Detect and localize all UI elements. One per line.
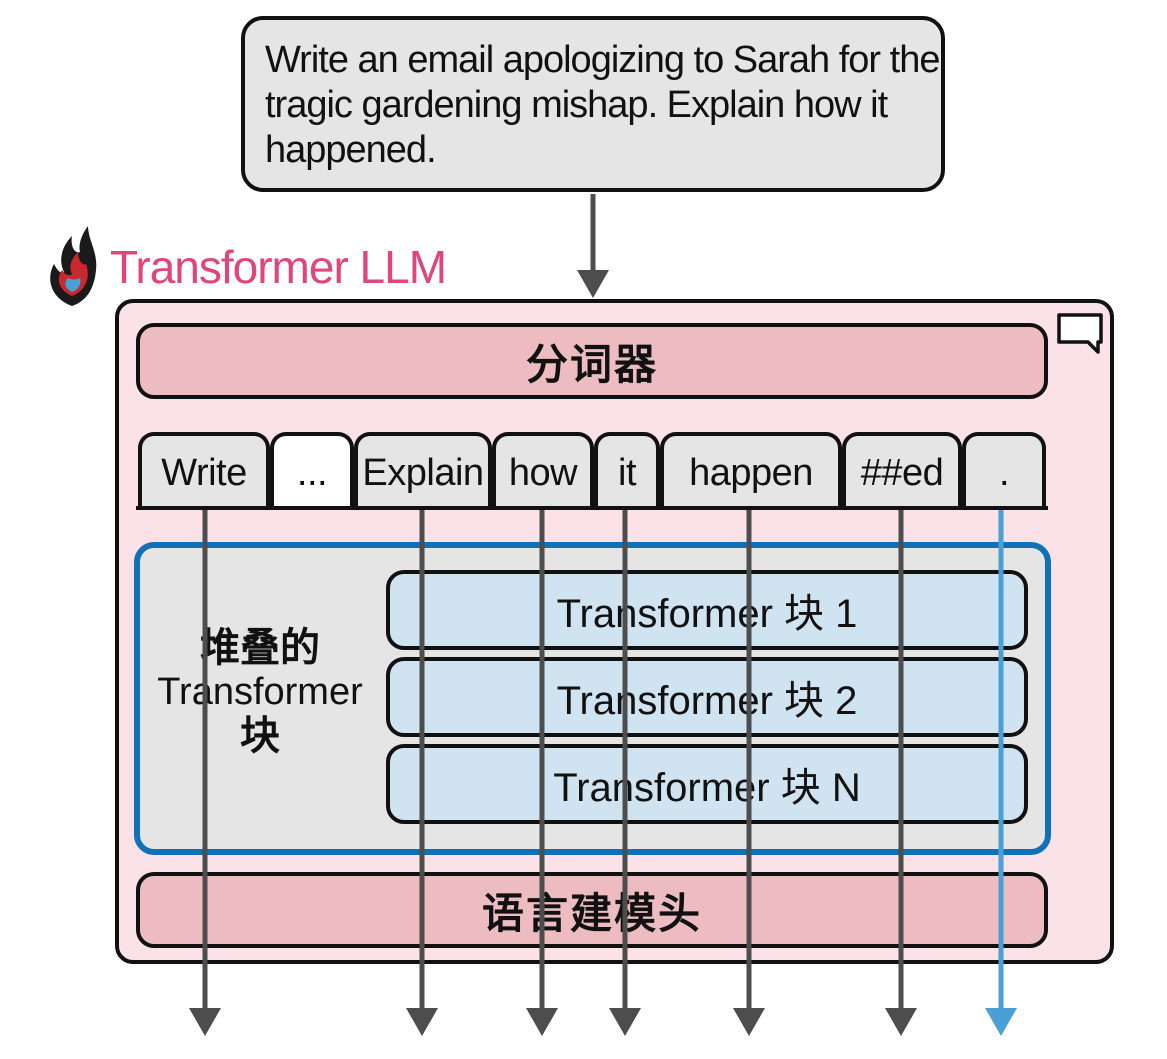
flow-arrows (189, 194, 1017, 1036)
output-arrowhead-ed (885, 1008, 917, 1036)
output-arrowhead-it (609, 1008, 641, 1036)
output-arrowhead-happen (733, 1008, 765, 1036)
output-arrowhead-how (526, 1008, 558, 1036)
input-arrow-head (577, 270, 609, 298)
output-arrowhead-explain (406, 1008, 438, 1036)
output-arrowhead-period (985, 1008, 1017, 1036)
output-arrowhead-write (189, 1008, 221, 1036)
